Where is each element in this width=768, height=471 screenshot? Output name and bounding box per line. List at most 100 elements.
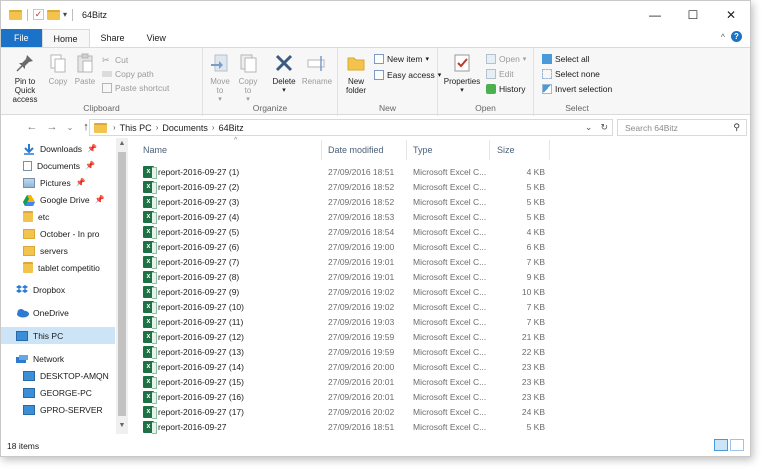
column-header-type[interactable]: Type <box>413 142 433 158</box>
close-button[interactable]: ✕ <box>712 1 750 28</box>
search-input[interactable]: Search 64Bitz ⚲ <box>617 119 747 136</box>
table-row[interactable]: x report-2016-09-27 27/09/2016 18:51 Micros… <box>131 419 551 434</box>
move-to-button[interactable]: Move to ▾ <box>207 52 233 104</box>
breadcrumb-chevron-icon[interactable]: › <box>212 123 215 132</box>
column-divider[interactable] <box>406 140 407 160</box>
table-row[interactable]: x report-2016-09-27 (13) 27/09/2016 19:59 M… <box>131 344 551 359</box>
breadcrumb-chevron-icon[interactable]: › <box>156 123 159 132</box>
sidebar-item-pictures[interactable]: Pictures 📌 <box>1 174 115 191</box>
minimize-button[interactable]: — <box>636 1 674 28</box>
customize-toolbar-chevron-icon[interactable]: ▾ <box>63 10 67 19</box>
help-icon[interactable]: ? <box>731 31 742 42</box>
table-row[interactable]: x report-2016-09-27 (9) 27/09/2016 19:02 Mi… <box>131 284 551 299</box>
table-row[interactable]: x report-2016-09-27 (14) 27/09/2016 20:00 M… <box>131 359 551 374</box>
sidebar-item-dropbox[interactable]: Dropbox <box>1 281 115 298</box>
edit-icon <box>486 69 496 79</box>
invert-selection-button[interactable]: Invert selection <box>542 84 612 94</box>
column-header-size[interactable]: Size <box>497 142 515 158</box>
navigation-pane-scrollbar[interactable]: ▲ ▼ <box>116 138 128 434</box>
easy-access-button[interactable]: Easy access ▾ <box>374 70 441 80</box>
sidebar-item-documents[interactable]: Documents 📌 <box>1 157 115 174</box>
address-bar[interactable]: › This PC › Documents › 64Bitz ⌄ ↻ <box>89 119 613 136</box>
copy-path-button[interactable]: Copy path <box>102 69 154 79</box>
address-dropdown-chevron-icon[interactable]: ⌄ <box>585 122 593 133</box>
table-row[interactable]: x report-2016-09-27 (11) 27/09/2016 19:03 M… <box>131 314 551 329</box>
breadcrumb-this-pc[interactable]: This PC <box>120 123 152 133</box>
select-none-button[interactable]: Select none <box>542 69 600 79</box>
column-divider[interactable] <box>549 140 550 160</box>
sidebar-item-network[interactable]: Network <box>1 350 115 367</box>
table-row[interactable]: x report-2016-09-27 (3) 27/09/2016 18:52 Mi… <box>131 194 551 209</box>
file-type: Microsoft Excel C... <box>413 347 487 357</box>
sidebar-item-onedrive[interactable]: OneDrive <box>1 304 115 321</box>
pin-to-quick-access-button[interactable]: Pin to Quick access <box>5 52 45 104</box>
paste-button[interactable]: Paste <box>73 52 97 86</box>
breadcrumb-documents[interactable]: Documents <box>162 123 208 133</box>
sidebar-item-tablet-competition[interactable]: tablet competitio <box>1 259 115 276</box>
table-row[interactable]: x report-2016-09-27 (4) 27/09/2016 18:53 Mi… <box>131 209 551 224</box>
breadcrumb-chevron-icon[interactable]: › <box>113 123 116 132</box>
details-view-icon[interactable] <box>714 439 728 451</box>
scroll-up-icon[interactable]: ▲ <box>116 140 128 147</box>
table-row[interactable]: x report-2016-09-27 (6) 27/09/2016 19:00 Mi… <box>131 239 551 254</box>
tab-home[interactable]: Home <box>41 29 90 47</box>
breadcrumb-64bitz[interactable]: 64Bitz <box>219 123 244 133</box>
properties-check-icon[interactable]: ✓ <box>33 9 44 20</box>
new-folder-button[interactable]: New folder <box>342 52 370 95</box>
properties-button[interactable]: Properties ▾ <box>444 52 480 95</box>
sidebar-item-gpro-server[interactable]: GPRO-SERVER <box>1 401 115 418</box>
column-header-name[interactable]: Name <box>143 142 167 158</box>
cut-button[interactable]: ✂ Cut <box>102 55 128 65</box>
sidebar-item-october-in-pro[interactable]: October - In pro <box>1 225 115 242</box>
edit-button[interactable]: Edit <box>486 69 514 79</box>
column-divider[interactable] <box>321 140 322 160</box>
sidebar-item-george-pc[interactable]: GEORGE-PC <box>1 384 115 401</box>
search-icon[interactable]: ⚲ <box>733 122 740 133</box>
maximize-button[interactable]: ☐ <box>674 1 712 28</box>
file-size: 24 KB <box>521 407 545 417</box>
new-item-button[interactable]: New item ▾ <box>374 54 429 64</box>
table-row[interactable]: x report-2016-09-27 (1) 27/09/2016 18:51 Mi… <box>131 164 551 179</box>
scroll-down-icon[interactable]: ▼ <box>116 422 128 429</box>
sidebar-item-etc[interactable]: etc <box>1 208 115 225</box>
sidebar-item-this-pc[interactable]: This PC <box>1 327 115 344</box>
table-row[interactable]: x report-2016-09-27 (5) 27/09/2016 18:54 Mi… <box>131 224 551 239</box>
sidebar-item-desktop-amqn[interactable]: DESKTOP-AMQN <box>1 367 115 384</box>
forward-arrow-icon[interactable]: → <box>45 121 59 133</box>
tab-view[interactable]: View <box>136 29 177 47</box>
collapse-ribbon-chevron-icon[interactable]: ^ <box>721 32 725 42</box>
back-arrow-icon[interactable]: ← <box>25 121 39 133</box>
table-row[interactable]: x report-2016-09-27 (15) 27/09/2016 20:01 M… <box>131 374 551 389</box>
column-divider[interactable] <box>489 140 490 160</box>
file-name-cell: x report-2016-09-27 (7) <box>143 256 239 269</box>
large-icons-view-icon[interactable] <box>730 439 744 451</box>
table-row[interactable]: x report-2016-09-27 (16) 27/09/2016 20:01 M… <box>131 389 551 404</box>
sidebar-item-google-drive[interactable]: Google Drive 📌 <box>1 191 115 208</box>
table-row[interactable]: x report-2016-09-27 (8) 27/09/2016 19:01 Mi… <box>131 269 551 284</box>
sidebar-item-downloads[interactable]: Downloads 📌 <box>1 140 115 157</box>
excel-file-icon: x <box>143 166 157 179</box>
delete-button[interactable]: Delete ▾ <box>271 52 297 95</box>
copy-button[interactable]: Copy <box>47 52 69 86</box>
new-folder-icon[interactable] <box>47 9 60 20</box>
table-row[interactable]: x report-2016-09-27 (10) 27/09/2016 19:02 M… <box>131 299 551 314</box>
refresh-icon[interactable]: ↻ <box>600 122 608 133</box>
tab-file[interactable]: File <box>1 29 42 47</box>
table-row[interactable]: x report-2016-09-27 (17) 27/09/2016 20:02 M… <box>131 404 551 419</box>
sidebar-item-servers[interactable]: servers <box>1 242 115 259</box>
copy-to-button[interactable]: Copy to ▾ <box>235 52 261 104</box>
history-button[interactable]: History <box>486 84 525 94</box>
select-all-button[interactable]: Select all <box>542 54 590 64</box>
paste-shortcut-button[interactable]: Paste shortcut <box>102 83 169 93</box>
recent-locations-chevron-icon[interactable]: ⌄ <box>63 123 77 132</box>
open-button[interactable]: Open ▾ <box>486 54 526 64</box>
rename-button[interactable]: Rename <box>301 52 333 86</box>
table-row[interactable]: x report-2016-09-27 (2) 27/09/2016 18:52 Mi… <box>131 179 551 194</box>
column-header-date-modified[interactable]: Date modified <box>328 142 384 158</box>
tab-share[interactable]: Share <box>90 29 136 47</box>
file-type: Microsoft Excel C... <box>413 392 487 402</box>
table-row[interactable]: x report-2016-09-27 (12) 27/09/2016 19:59 M… <box>131 329 551 344</box>
file-name: report-2016-09-27 (2) <box>158 182 240 192</box>
scrollbar-thumb[interactable] <box>118 152 126 416</box>
table-row[interactable]: x report-2016-09-27 (7) 27/09/2016 19:01 Mi… <box>131 254 551 269</box>
